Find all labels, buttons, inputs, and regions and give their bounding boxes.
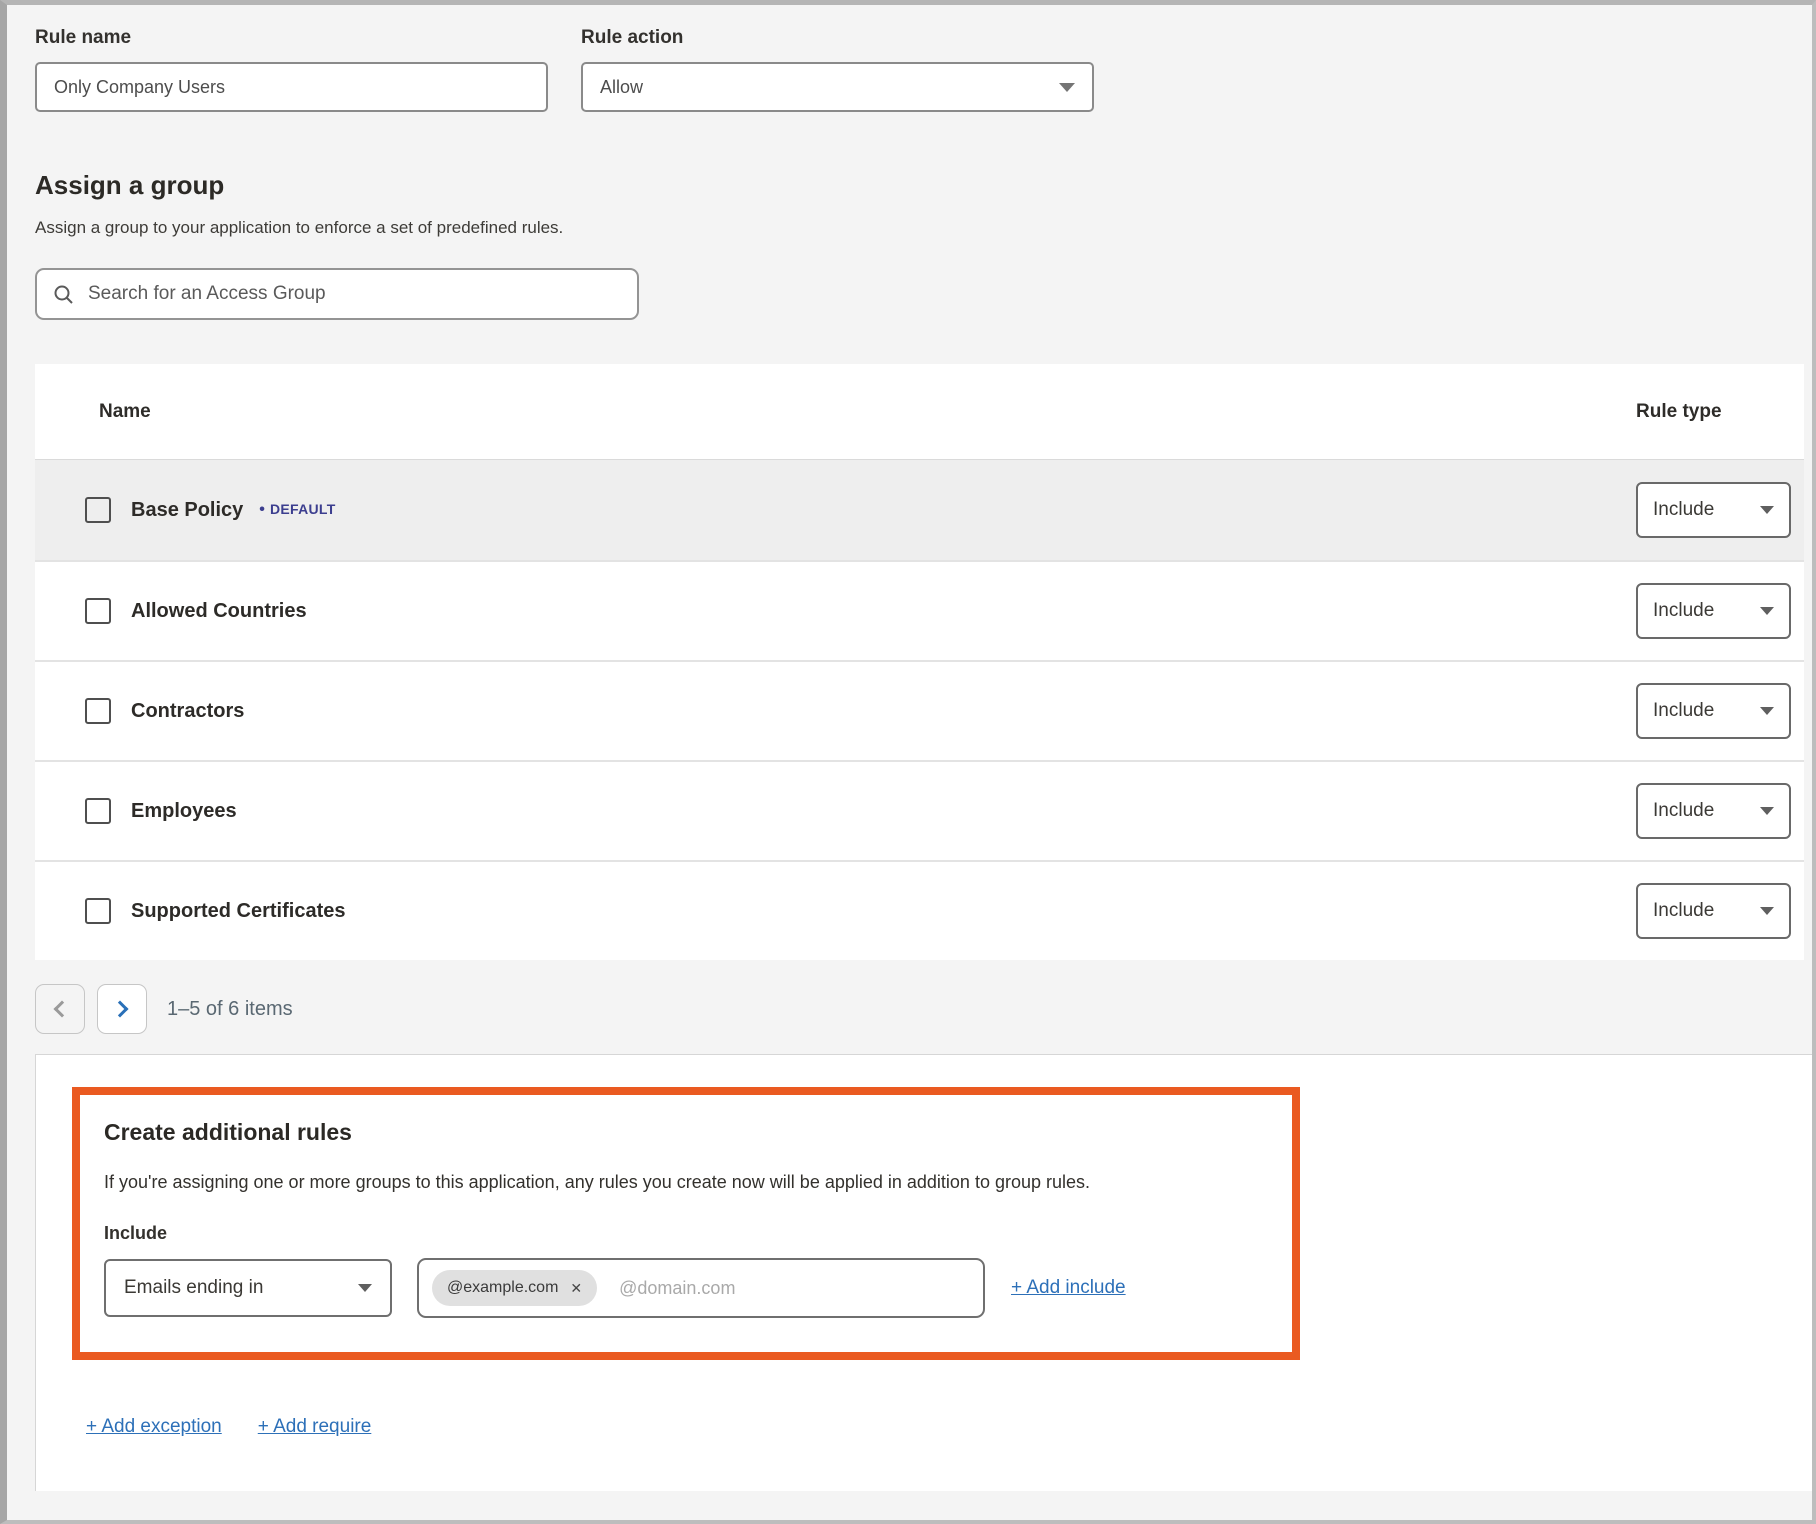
rule-type-dropdown[interactable]: Include [1636,783,1791,839]
row-name-cell: Allowed Countries [35,598,1636,624]
rule-type-dropdown[interactable]: Include [1636,883,1791,939]
additional-rules-card: Create additional rules If you're assign… [35,1054,1812,1491]
default-badge: DEFAULT [259,501,335,519]
search-icon [53,284,74,305]
rule-type-value: Include [1653,900,1714,922]
rule-action-select[interactable]: Allow [581,62,1094,112]
chevron-down-icon [358,1284,372,1292]
chevron-down-icon [1059,83,1075,92]
add-require-link[interactable]: + Add require [258,1416,372,1438]
assign-group-heading: Assign a group [35,170,1812,201]
chevron-down-icon [1760,707,1774,715]
assign-group-description: Assign a group to your application to en… [35,218,1812,238]
chevron-down-icon [1760,907,1774,915]
row-name-cell: Employees [35,798,1636,824]
row-name-label: Employees [131,800,237,823]
rule-action-label: Rule action [581,27,1094,49]
previous-page-button[interactable] [35,984,85,1034]
access-group-search[interactable] [35,268,639,320]
create-additional-rules-highlight: Create additional rules If you're assign… [72,1087,1300,1360]
row-name-label: Base Policy [131,499,243,522]
rule-action-value: Allow [600,77,643,98]
row-checkbox[interactable] [85,598,111,624]
column-header-name: Name [35,401,1636,423]
rule-name-label: Rule name [35,27,548,49]
add-exception-link[interactable]: + Add exception [86,1416,222,1438]
rule-type-dropdown[interactable]: Include [1636,482,1791,538]
rule-type-value: Include [1653,499,1714,521]
tag-input-placeholder: @domain.com [619,1278,735,1299]
email-domain-tag-input[interactable]: @example.com ✕ @domain.com [417,1258,985,1318]
row-checkbox[interactable] [85,698,111,724]
rule-name-input[interactable] [35,62,548,112]
row-name-cell: Contractors [35,698,1636,724]
table-row: Employees Include [35,760,1804,860]
chevron-down-icon [1760,807,1774,815]
rule-type-dropdown[interactable]: Include [1636,683,1791,739]
additional-rules-heading: Create additional rules [104,1119,1262,1146]
rule-type-value: Include [1653,800,1714,822]
additional-rules-description: If you're assigning one or more groups t… [104,1172,1262,1193]
row-checkbox[interactable] [85,898,111,924]
rule-action-field-group: Rule action Allow [581,27,1094,112]
table-row: Contractors Include [35,660,1804,760]
chevron-down-icon [1760,607,1774,615]
add-include-link[interactable]: + Add include [1011,1277,1126,1299]
search-input[interactable] [88,283,621,305]
table-header: Name Rule type [35,364,1804,460]
rule-type-dropdown[interactable]: Include [1636,583,1791,639]
email-domain-chip: @example.com ✕ [432,1270,597,1306]
chevron-right-icon [112,1001,129,1018]
condition-select[interactable]: Emails ending in [104,1259,392,1317]
row-name-label: Contractors [131,700,244,723]
table-row: Supported Certificates Include [35,860,1804,960]
table-row: Allowed Countries Include [35,560,1804,660]
include-label: Include [104,1223,1262,1244]
rule-name-field-group: Rule name [35,27,548,112]
rule-type-value: Include [1653,700,1714,722]
column-header-rule-type: Rule type [1636,401,1791,423]
rule-form: Rule name Rule action Allow [7,5,1812,112]
table-row: Base Policy DEFAULT Include [35,460,1804,560]
row-name-cell: Base Policy DEFAULT [35,497,1636,523]
group-table-body: Base Policy DEFAULT Include Allowed Coun… [35,460,1804,960]
condition-select-value: Emails ending in [124,1277,263,1299]
chip-label: @example.com [447,1279,558,1297]
remove-tag-icon[interactable]: ✕ [570,1281,582,1295]
chevron-left-icon [54,1001,71,1018]
access-group-table: Name Rule type Base Policy DEFAULT Inclu… [35,364,1804,960]
row-checkbox[interactable] [85,798,111,824]
row-name-cell: Supported Certificates [35,898,1636,924]
pagination-info: 1–5 of 6 items [167,998,293,1021]
include-rule-row: Emails ending in @example.com ✕ @domain.… [104,1258,1262,1318]
footer-links: + Add exception + Add require [86,1416,1812,1438]
row-checkbox[interactable] [85,497,111,523]
next-page-button[interactable] [97,984,147,1034]
chevron-down-icon [1760,506,1774,514]
row-name-label: Supported Certificates [131,900,345,923]
row-name-label: Allowed Countries [131,600,307,623]
pagination: 1–5 of 6 items [35,984,1812,1034]
rule-type-value: Include [1653,600,1714,622]
